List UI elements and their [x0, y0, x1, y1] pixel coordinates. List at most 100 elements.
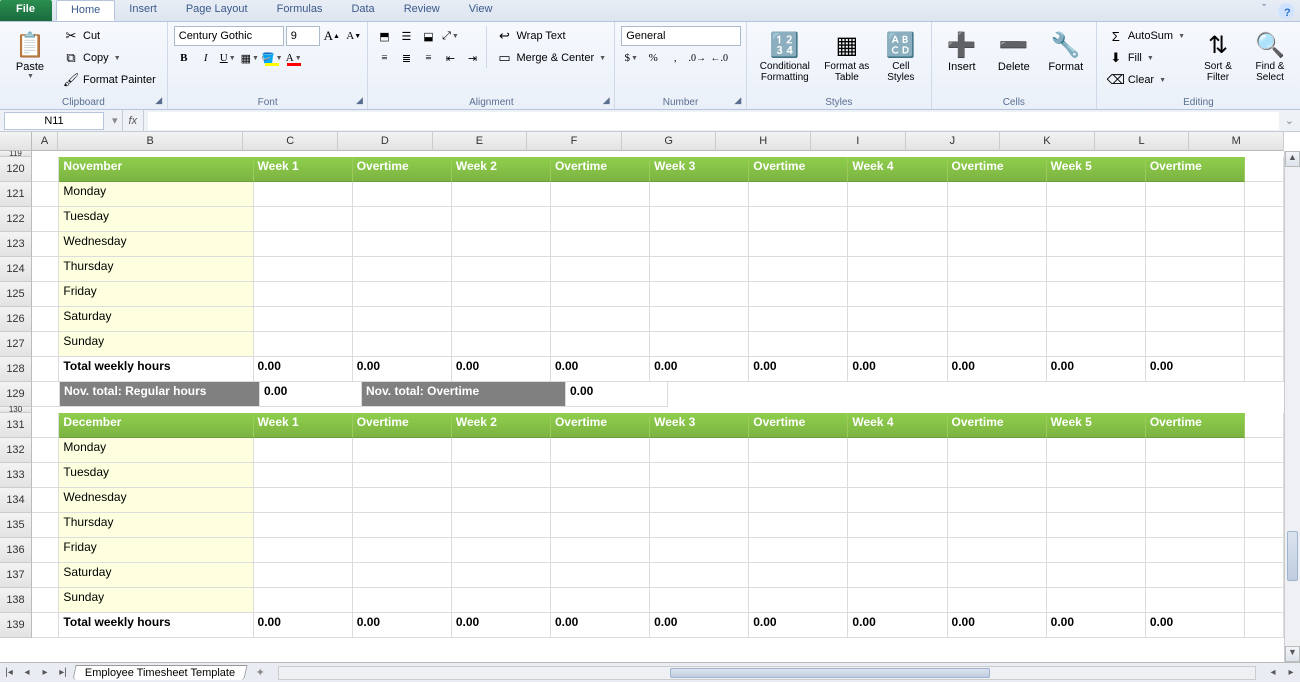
cell[interactable]	[948, 182, 1047, 207]
font-size-combo[interactable]	[286, 26, 320, 46]
row-header-123[interactable]: 123	[0, 232, 32, 257]
tab-nav-prev[interactable]: ◂	[18, 667, 36, 678]
cell[interactable]	[749, 282, 848, 307]
cell[interactable]: Week 1	[254, 157, 353, 182]
cell[interactable]	[749, 488, 848, 513]
cell[interactable]: Friday	[59, 282, 253, 307]
cell[interactable]	[1245, 488, 1284, 513]
cell[interactable]	[948, 513, 1047, 538]
cell[interactable]	[848, 563, 947, 588]
cell[interactable]	[1047, 182, 1146, 207]
column-header-F[interactable]: F	[527, 132, 622, 151]
cell[interactable]: 0.00	[551, 613, 650, 638]
cell[interactable]	[1146, 307, 1245, 332]
cell[interactable]	[948, 332, 1047, 357]
cell[interactable]	[452, 332, 551, 357]
cell[interactable]	[1076, 382, 1178, 407]
cut-button[interactable]: ✂Cut	[58, 26, 161, 46]
cell[interactable]	[452, 538, 551, 563]
cell[interactable]	[32, 588, 59, 613]
cell[interactable]	[353, 282, 452, 307]
new-sheet-button[interactable]: ✦	[250, 666, 270, 679]
cell[interactable]: Tuesday	[59, 207, 253, 232]
cell[interactable]: Thursday	[59, 513, 253, 538]
column-header-I[interactable]: I	[811, 132, 906, 151]
cell[interactable]: 0.00	[948, 613, 1047, 638]
cell[interactable]: Week 2	[452, 157, 551, 182]
row-header-121[interactable]: 121	[0, 182, 32, 207]
row-header-131[interactable]: 131	[0, 413, 32, 438]
cell[interactable]	[848, 588, 947, 613]
cell[interactable]	[1146, 438, 1245, 463]
cell[interactable]	[32, 438, 59, 463]
cell[interactable]: Overtime	[353, 413, 452, 438]
cell[interactable]: 0.00	[551, 357, 650, 382]
tab-nav-first[interactable]: |◂	[0, 667, 18, 678]
cell[interactable]	[452, 488, 551, 513]
row-header-126[interactable]: 126	[0, 307, 32, 332]
cell[interactable]: 0.00	[566, 382, 668, 407]
cell[interactable]	[1047, 307, 1146, 332]
tab-review[interactable]: Review	[390, 0, 455, 21]
font-color-button[interactable]: A▼	[284, 48, 304, 68]
cell[interactable]: Total weekly hours	[59, 357, 253, 382]
cell[interactable]	[749, 307, 848, 332]
tab-data[interactable]: Data	[337, 0, 389, 21]
orientation-button[interactable]: ⤢▼	[440, 26, 460, 46]
cell[interactable]	[1146, 207, 1245, 232]
cell[interactable]	[551, 232, 650, 257]
cell[interactable]	[551, 182, 650, 207]
cell[interactable]	[948, 232, 1047, 257]
align-top-button[interactable]: ⬒	[374, 26, 394, 46]
cell[interactable]	[770, 382, 872, 407]
cell[interactable]	[1245, 357, 1284, 382]
cell[interactable]	[948, 257, 1047, 282]
cell[interactable]	[1146, 332, 1245, 357]
cell[interactable]	[452, 307, 551, 332]
align-right-button[interactable]: ≡	[418, 48, 438, 68]
cell[interactable]	[749, 463, 848, 488]
cell[interactable]	[848, 438, 947, 463]
cell[interactable]: 0.00	[254, 613, 353, 638]
cell[interactable]	[650, 463, 749, 488]
cell[interactable]	[551, 488, 650, 513]
cell[interactable]	[1146, 182, 1245, 207]
cell[interactable]: Overtime	[948, 413, 1047, 438]
cell[interactable]	[254, 463, 353, 488]
cell[interactable]	[749, 332, 848, 357]
cell[interactable]: Monday	[59, 438, 253, 463]
alignment-launcher[interactable]: ◢	[600, 95, 612, 107]
clear-button[interactable]: ⌫Clear▼	[1103, 70, 1190, 90]
row-header-137[interactable]: 137	[0, 563, 32, 588]
paste-button[interactable]: 📋 Paste ▼	[6, 26, 54, 83]
column-header-B[interactable]: B	[58, 132, 243, 151]
cell[interactable]: Overtime	[948, 157, 1047, 182]
cell[interactable]: Week 4	[848, 413, 947, 438]
name-box[interactable]: N11	[4, 112, 104, 130]
cell[interactable]	[650, 182, 749, 207]
cell[interactable]	[872, 382, 974, 407]
cell[interactable]	[353, 588, 452, 613]
namebox-dropdown[interactable]: ▾	[108, 114, 122, 127]
cell[interactable]	[1245, 332, 1284, 357]
row-header-136[interactable]: 136	[0, 538, 32, 563]
clipboard-launcher[interactable]: ◢	[153, 95, 165, 107]
cell[interactable]: Week 3	[650, 413, 749, 438]
select-all-corner[interactable]	[0, 132, 32, 151]
bold-button[interactable]: B	[174, 48, 194, 68]
cell[interactable]	[254, 438, 353, 463]
row-header-135[interactable]: 135	[0, 513, 32, 538]
cell[interactable]	[948, 463, 1047, 488]
number-format-combo[interactable]	[621, 26, 741, 46]
cell[interactable]: 0.00	[749, 357, 848, 382]
cell[interactable]	[32, 307, 59, 332]
cell[interactable]	[749, 207, 848, 232]
find-select-button[interactable]: 🔍Find & Select	[1246, 26, 1294, 86]
underline-button[interactable]: U▼	[218, 48, 238, 68]
cell[interactable]	[353, 232, 452, 257]
scroll-down-icon[interactable]: ▼	[1285, 646, 1300, 662]
cell[interactable]: 0.00	[948, 357, 1047, 382]
increase-indent-button[interactable]: ⇥	[462, 48, 482, 68]
cell[interactable]	[353, 513, 452, 538]
cell[interactable]	[254, 332, 353, 357]
